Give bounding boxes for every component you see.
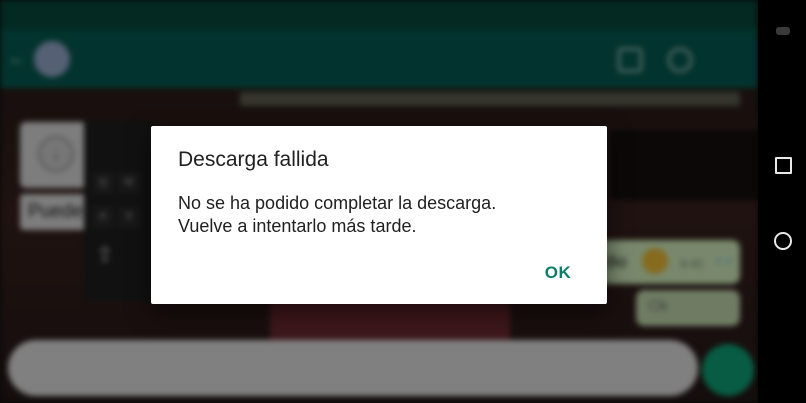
navigation-bar	[758, 0, 806, 403]
dialog-message-line-2: Vuelve a intentarlo más tarde.	[178, 216, 417, 236]
error-dialog: Descarga fallida No se ha podido complet…	[151, 126, 607, 304]
ok-button[interactable]: OK	[533, 256, 583, 290]
dialog-message-line-1: No se ha podido completar la descarga.	[178, 193, 497, 213]
dialog-message: No se ha podido completar la descarga. V…	[178, 192, 588, 238]
dialog-title: Descarga fallida	[178, 148, 329, 171]
recents-square-icon[interactable]	[770, 152, 796, 178]
nav-back-icon[interactable]	[770, 18, 796, 44]
home-circle-icon[interactable]	[770, 228, 796, 254]
